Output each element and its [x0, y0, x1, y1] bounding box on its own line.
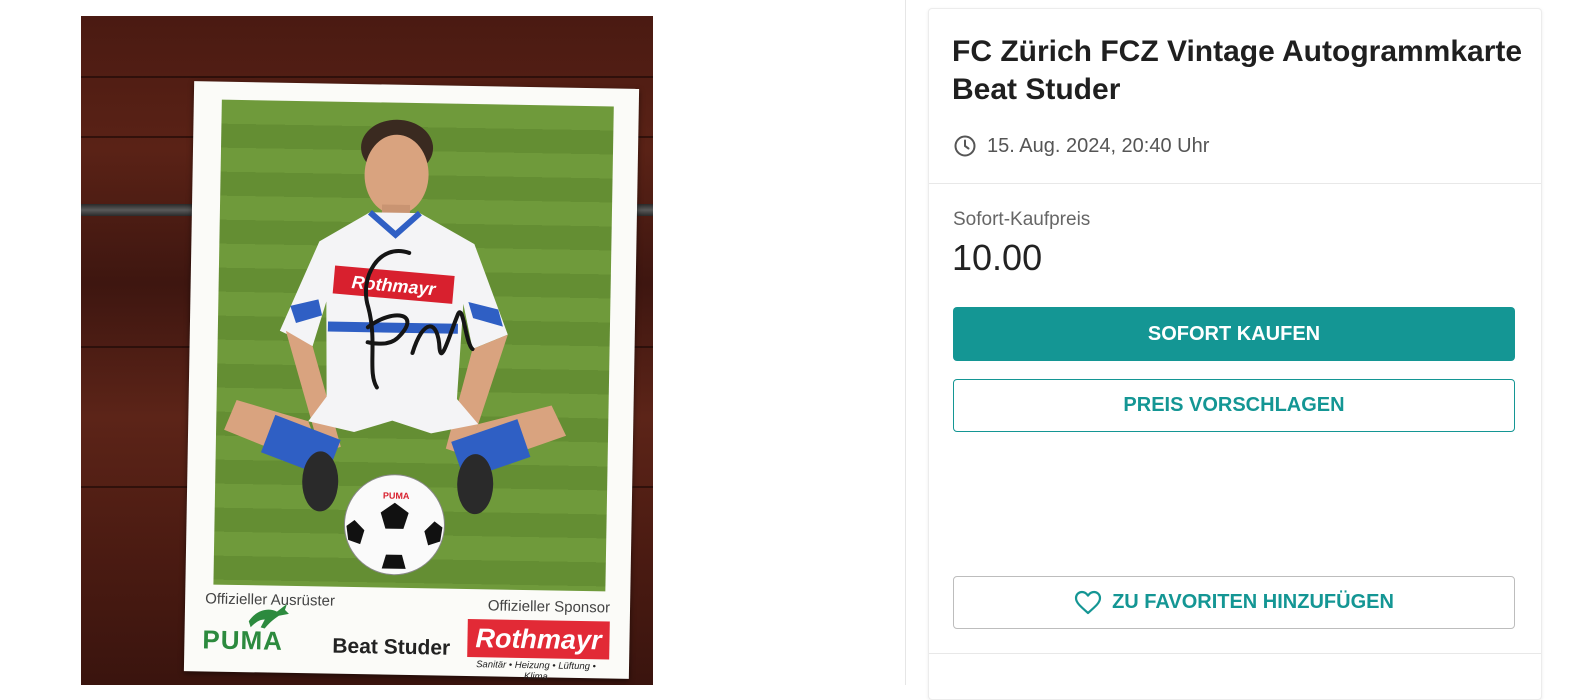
card-photo: Rothmayr PUMA: [213, 99, 614, 592]
ball-text: PUMA: [383, 491, 410, 501]
heart-icon: [1074, 590, 1102, 614]
section-divider: [929, 183, 1541, 184]
column-divider: [905, 0, 906, 685]
wood-plank-line: [81, 76, 653, 78]
product-photo[interactable]: Rothmayr PUMA Offizieller Ausrüster PUMA…: [81, 16, 653, 685]
make-offer-button[interactable]: PREIS VORSCHLAGEN: [953, 379, 1515, 432]
sponsor-label: Offizieller Sponsor: [487, 597, 611, 617]
card-player-name: Beat Studer: [332, 634, 451, 660]
buy-now-button[interactable]: SOFORT KAUFEN: [953, 307, 1515, 361]
section-divider: [929, 653, 1541, 654]
clock-icon: [954, 135, 976, 157]
price-label: Sofort-Kaufpreis: [953, 209, 1091, 230]
listing-title: FC Zürich FCZ Vintage Autogrammkarte Bea…: [952, 35, 1523, 106]
autograph-card: Rothmayr PUMA Offizieller Ausrüster PUMA…: [183, 81, 640, 682]
sponsor-logo: Rothmayr: [467, 619, 610, 660]
puma-logo-text: PUMA: [202, 624, 284, 656]
player-illustration: Rothmayr PUMA: [224, 119, 567, 576]
favorites-label: ZU FAVORITEN HINZUFÜGEN: [1112, 591, 1394, 613]
sponsor-tagline: Sanitär • Heizung • Lüftung • Klima: [476, 659, 597, 683]
purchase-panel: FC Zürich FCZ Vintage Autogrammkarte Bea…: [928, 8, 1542, 700]
add-to-favorites-button[interactable]: ZU FAVORITEN HINZUFÜGEN: [953, 576, 1515, 629]
listing-date-row: 15. Aug. 2024, 20:40 Uhr: [953, 133, 1209, 159]
listing-date: 15. Aug. 2024, 20:40 Uhr: [987, 134, 1210, 157]
card-footer: Offizieller Ausrüster PUMA Beat Studer O…: [184, 586, 630, 682]
price-value: 10.00: [952, 237, 1043, 278]
